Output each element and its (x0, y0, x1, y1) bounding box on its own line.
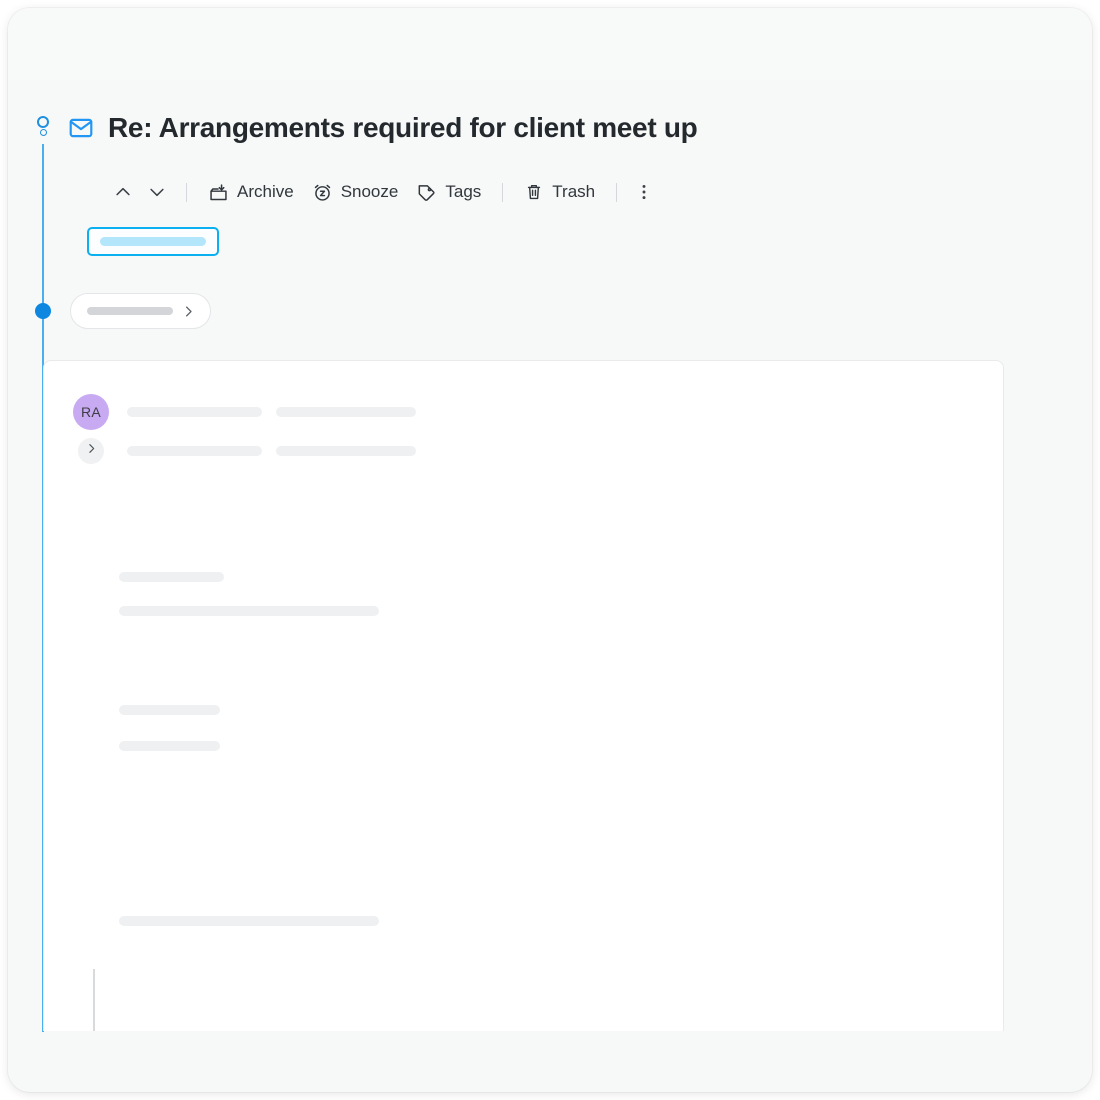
placeholder-line (127, 407, 262, 417)
snooze-clock-icon (312, 182, 333, 203)
snooze-label: Snooze (340, 182, 399, 201)
placeholder-line (119, 741, 220, 751)
more-options-button[interactable] (629, 176, 659, 208)
expand-details-button[interactable] (78, 438, 104, 464)
collapsed-thread-chip-placeholder (87, 307, 173, 315)
placeholder-line (119, 572, 224, 582)
toolbar-divider (186, 182, 187, 202)
archive-label: Archive (237, 182, 294, 201)
placeholder-line (119, 705, 220, 715)
chevron-right-icon (85, 442, 98, 460)
tag-icon (416, 182, 437, 203)
quoted-text-bar (93, 969, 95, 1031)
timeline-pin-icon (37, 116, 49, 128)
snooze-button[interactable]: Snooze (303, 176, 408, 208)
placeholder-line (119, 916, 379, 926)
message-card: RA (43, 360, 1004, 1031)
message-sender-row: RA (73, 393, 713, 431)
message-header: RA (73, 393, 713, 470)
message-recipient-row (73, 432, 713, 470)
archive-button[interactable]: Archive (199, 176, 303, 208)
trash-button[interactable]: Trash (515, 176, 604, 208)
message-recipient-placeholders (127, 446, 416, 456)
selected-thread-chip[interactable] (87, 227, 219, 256)
toolbar-divider (616, 182, 618, 202)
top-band (8, 8, 1092, 80)
tags-button[interactable]: Tags (407, 176, 490, 208)
timeline-pin-inner-icon (39, 129, 47, 136)
collapsed-thread-chip[interactable] (70, 293, 211, 329)
archive-icon (208, 182, 229, 203)
placeholder-line (127, 446, 262, 456)
tags-label: Tags (445, 182, 482, 201)
avatar: RA (73, 394, 109, 430)
next-message-button[interactable] (140, 176, 174, 208)
chevron-right-icon (181, 304, 196, 319)
placeholder-line (276, 446, 416, 456)
app-window: Re: Arrangements required for client mee… (8, 8, 1092, 1092)
timeline-active-dot[interactable] (35, 303, 51, 319)
envelope-icon (68, 115, 94, 141)
message-sender-placeholders (127, 407, 416, 417)
thread-toolbar: Archive Snooze Tags Trash (106, 176, 659, 208)
placeholder-line (119, 606, 379, 616)
page-title: Re: Arrangements required for client mee… (108, 112, 698, 143)
trash-label: Trash (552, 182, 596, 201)
trash-icon (524, 182, 544, 202)
previous-message-button[interactable] (106, 176, 140, 208)
placeholder-line (276, 407, 416, 417)
toolbar-divider (502, 182, 504, 202)
selected-thread-chip-placeholder (100, 237, 206, 246)
thread-header: Re: Arrangements required for client mee… (68, 112, 698, 144)
